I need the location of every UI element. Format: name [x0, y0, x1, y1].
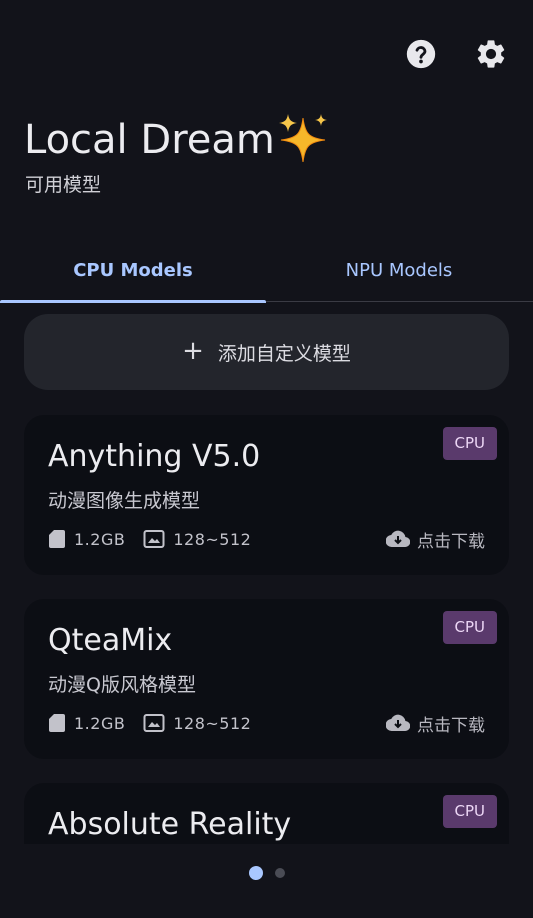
model-name: Absolute Reality	[48, 807, 292, 842]
cpu-badge: CPU	[442, 795, 497, 828]
download-button[interactable]: 点击下载	[386, 527, 485, 552]
tab-label: CPU Models	[73, 259, 193, 281]
add-button-label: 添加自定义模型	[217, 342, 351, 365]
plus-icon: +	[182, 335, 204, 366]
model-size: 1.2GB	[74, 713, 126, 733]
app-title: Local Dream	[24, 114, 331, 164]
cloud-download-icon	[386, 530, 410, 548]
model-tabs: CPU Models NPU Models	[0, 240, 533, 303]
help-circle-icon	[406, 39, 436, 69]
help-button[interactable]	[403, 36, 439, 72]
model-name: Anything V5.0	[48, 439, 261, 474]
resolution-icon	[143, 529, 165, 549]
model-description: 动漫图像生成模型	[48, 490, 201, 512]
settings-button[interactable]	[473, 36, 509, 72]
model-resolution: 128~512	[173, 713, 252, 733]
sd-card-icon	[48, 529, 66, 549]
model-list[interactable]: CPU Anything V5.0 动漫图像生成模型 1.2GB 128~512…	[0, 400, 533, 844]
subtitle: 可用模型	[25, 174, 102, 196]
cloud-download-icon	[386, 714, 410, 732]
download-label: 点击下载	[417, 715, 485, 736]
model-card-absolute-reality[interactable]: CPU Absolute Reality	[24, 783, 509, 844]
model-meta: 1.2GB 128~512	[48, 527, 269, 551]
app-title-text: Local Dream	[24, 117, 275, 163]
model-resolution: 128~512	[173, 529, 252, 549]
model-name: QteaMix	[48, 623, 173, 658]
tab-npu-models[interactable]: NPU Models	[266, 240, 532, 300]
sd-card-icon	[48, 713, 66, 733]
add-custom-model-button[interactable]: + 添加自定义模型	[24, 314, 509, 390]
model-meta: 1.2GB 128~512	[48, 711, 269, 735]
model-card-qteamix[interactable]: CPU QteaMix 动漫Q版风格模型 1.2GB 128~512 点击下载	[24, 599, 509, 759]
page-dot-active[interactable]	[248, 866, 263, 880]
model-size: 1.2GB	[74, 529, 126, 549]
page-indicator	[0, 866, 533, 880]
tab-indicator	[0, 300, 266, 303]
sparkles-icon	[278, 114, 327, 163]
tab-label: NPU Models	[345, 259, 453, 281]
cpu-badge: CPU	[442, 611, 497, 644]
cpu-badge: CPU	[442, 427, 497, 460]
gear-icon	[477, 40, 505, 68]
tab-cpu-models[interactable]: CPU Models	[0, 240, 266, 300]
download-button[interactable]: 点击下载	[386, 711, 485, 736]
model-description: 动漫Q版风格模型	[48, 674, 196, 696]
resolution-icon	[143, 713, 165, 733]
model-card-anything-v5[interactable]: CPU Anything V5.0 动漫图像生成模型 1.2GB 128~512…	[24, 415, 509, 575]
download-label: 点击下载	[417, 531, 485, 552]
page-dot[interactable]	[274, 868, 285, 878]
